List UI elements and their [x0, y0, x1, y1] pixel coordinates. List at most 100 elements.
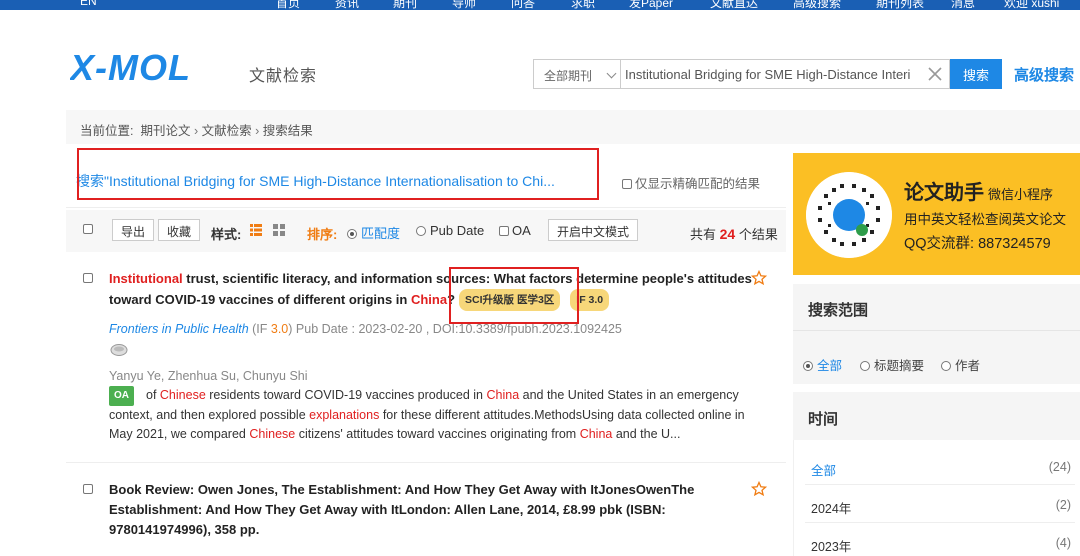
annotation-box-badge	[449, 267, 579, 324]
breadcrumb-item-search[interactable]: 文献检索	[202, 124, 252, 138]
result-title[interactable]: Institutional trust, scientific literacy…	[109, 269, 754, 311]
advanced-search-link[interactable]: 高级搜索	[1014, 64, 1074, 85]
radio-checked[interactable]	[347, 229, 357, 239]
scope-option-title-abstract[interactable]: 标题摘要	[860, 355, 924, 374]
xmol-logo[interactable]: X-MOL	[70, 50, 240, 84]
promo-title-text: 论文助手	[904, 182, 984, 204]
time-filter-count: (24)	[1048, 460, 1071, 474]
radio-unchecked[interactable]	[860, 361, 870, 371]
radio-unchecked[interactable]	[941, 361, 951, 371]
chinese-mode-button[interactable]: 开启中文模式	[548, 219, 639, 241]
breadcrumb-label: 当前位置:	[80, 124, 134, 138]
result-title[interactable]: Book Review: Owen Jones, The Establishme…	[109, 480, 754, 540]
nav-item-home[interactable]: 首页	[276, 0, 300, 10]
time-filter-row[interactable]: 2024年 (2)	[811, 498, 1071, 517]
if-open: (IF	[248, 322, 271, 336]
collect-button[interactable]: 收藏	[158, 219, 201, 241]
oa-filter-checkbox[interactable]: OA	[499, 223, 531, 238]
pub-date-doi: Pub Date : 2023-02-20 , DOI:10.3389/fpub…	[292, 322, 622, 336]
scope-option-all[interactable]: 全部	[803, 355, 842, 374]
export-button[interactable]: 导出	[112, 219, 155, 241]
search-input[interactable]	[620, 59, 950, 89]
star-icon[interactable]	[751, 270, 767, 286]
time-filter-title: 时间	[808, 411, 839, 428]
chevron-down-icon	[606, 68, 617, 79]
sort-pubdate-label: Pub Date	[430, 223, 485, 238]
select-all-checkbox[interactable]	[83, 224, 93, 234]
promo-subtitle: 微信小程序	[988, 187, 1054, 202]
time-filter-label: 全部	[811, 464, 837, 478]
sort-label: 排序:	[307, 227, 338, 242]
nav-item-journals[interactable]: 期刊	[393, 0, 417, 10]
annotation-box-query	[77, 148, 599, 200]
nav-item-journal-list[interactable]: 期刊列表	[876, 0, 924, 10]
scope-option-label: 作者	[955, 359, 981, 373]
time-filter-count: (2)	[1055, 498, 1071, 512]
nav-item-lang[interactable]: EN	[80, 0, 97, 8]
panel-divider	[793, 330, 1080, 331]
sort-relevance-label: 匹配度	[361, 226, 401, 241]
row-divider	[805, 522, 1075, 523]
promo-line-2: QQ交流群: 887324579	[904, 236, 1051, 252]
scope-option-label: 标题摘要	[874, 359, 925, 373]
sort-pubdate-radio[interactable]: Pub Date	[416, 223, 484, 238]
list-view-icon[interactable]	[250, 224, 262, 236]
row-divider	[805, 484, 1075, 485]
oa-filter-label: OA	[512, 223, 531, 238]
journal-scope-select[interactable]: 全部期刊	[533, 59, 621, 89]
search-button[interactable]: 搜索	[950, 59, 1002, 89]
star-icon[interactable]	[751, 481, 767, 497]
result-divider	[66, 462, 786, 463]
nav-item-mentors[interactable]: 导师	[452, 0, 476, 10]
scope-option-author[interactable]: 作者	[941, 355, 980, 374]
nav-item-publish[interactable]: 发Paper	[629, 0, 673, 10]
results-total: 共有 24 个结果	[690, 224, 778, 243]
nav-item-messages[interactable]: 消息	[951, 0, 975, 10]
checkbox-box[interactable]	[499, 226, 509, 236]
nav-item-qa[interactable]: 问答	[511, 0, 535, 10]
title-highlight: China	[410, 292, 448, 307]
time-filter-row[interactable]: 全部 (24)	[811, 460, 1071, 479]
sort-relevance-radio[interactable]: 匹配度	[347, 223, 400, 242]
promo-line-1: 用中英文轻松查阅英文论文	[904, 212, 1066, 227]
grid-view-icon[interactable]	[273, 224, 285, 236]
logo-subtitle: 文献检索	[249, 68, 318, 85]
nav-item-advanced[interactable]: 高级搜索	[793, 0, 841, 10]
qr-code-icon[interactable]	[806, 172, 892, 258]
total-prefix: 共有	[690, 227, 717, 242]
total-suffix: 个结果	[738, 227, 778, 242]
scope-option-label: 全部	[817, 359, 843, 373]
time-filter-row[interactable]: 2023年 (4)	[811, 536, 1071, 555]
exact-match-label: 仅显示精确匹配的结果	[635, 177, 761, 191]
result-abstract: OA of Chinese residents toward COVID-19 v…	[109, 386, 764, 445]
radio-unchecked[interactable]	[416, 226, 426, 236]
style-label: 样式:	[211, 227, 242, 242]
exact-match-checkbox[interactable]: 仅显示精确匹配的结果	[622, 173, 760, 192]
journal-link[interactable]: Frontiers in Public Health	[109, 322, 249, 336]
result-checkbox[interactable]	[83, 273, 93, 283]
abstract-highlight: explanations	[309, 407, 380, 422]
breadcrumb-item-results: 搜索结果	[262, 124, 313, 138]
abstract-highlight: China	[486, 388, 520, 402]
result-checkbox[interactable]	[83, 484, 93, 494]
cite-icon[interactable]	[110, 343, 128, 357]
search-scope-title: 搜索范围	[808, 302, 869, 319]
nav-item-news[interactable]: 资讯	[335, 0, 359, 10]
abstract-text: citizens' attitudes toward vaccines orig…	[295, 427, 580, 441]
top-nav: EN 首页 资讯 期刊 导师 问答 求职 发Paper 文献直达 高级搜索 期刊…	[0, 0, 1080, 10]
close-icon[interactable]	[926, 65, 944, 83]
result-authors: Yanyu Ye, Zhenhua Su, Chunyu Shi	[109, 369, 308, 383]
abstract-highlight: Chinese	[159, 388, 206, 402]
checkbox-box[interactable]	[622, 179, 632, 189]
oa-badge: OA	[109, 386, 134, 406]
time-filter-count: (4)	[1055, 536, 1071, 550]
radio-checked[interactable]	[803, 361, 813, 371]
abstract-text: residents toward COVID-19 vaccines produ…	[205, 388, 487, 402]
nav-item-jobs[interactable]: 求职	[571, 0, 595, 10]
breadcrumb: 当前位置: 期刊论文 › 文献检索 › 搜索结果	[66, 110, 1080, 144]
nav-item-direct[interactable]: 文献直达	[710, 0, 758, 10]
breadcrumb-item-journals[interactable]: 期刊论文	[140, 124, 190, 138]
logo-text: X-MOL	[70, 50, 191, 84]
abstract-highlight: China	[579, 427, 613, 441]
nav-item-user[interactable]: 欢迎 xushi	[1004, 0, 1059, 10]
